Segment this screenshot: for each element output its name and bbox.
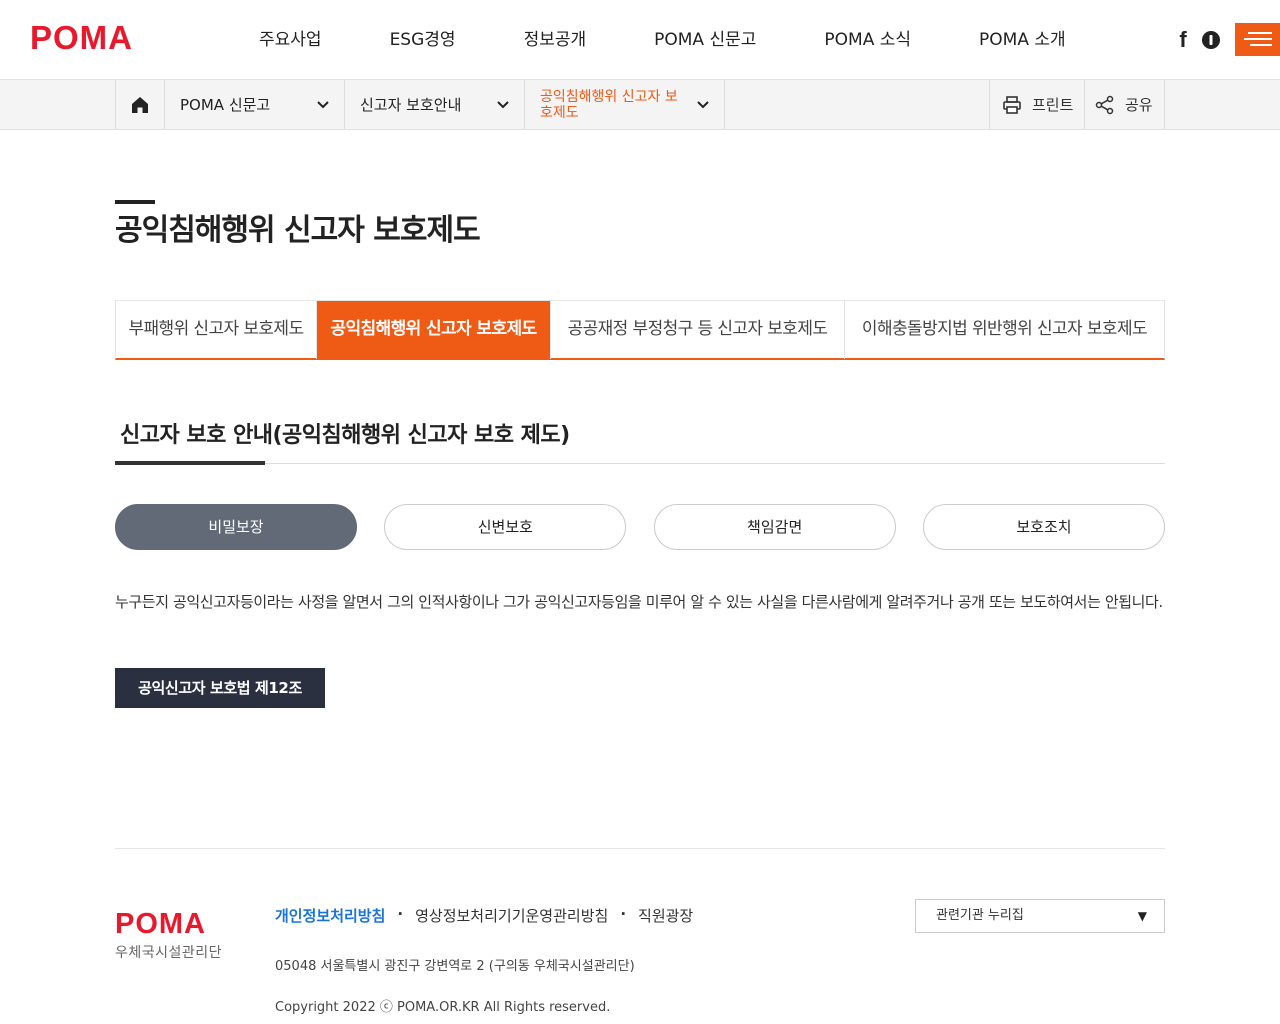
site-header: POMA 주요사업 ESG경영 정보공개 POMA 신문고 POMA 소식 PO… [0,0,1280,80]
tab-conflict-of-interest-reporter[interactable]: 이해충돌방지법 위반행위 신고자 보호제도 [845,301,1164,359]
location-bar: POMA 신문고 신고자 보호안내 공익침해행위 신고자 보호제도 프린트 공유 [0,80,1280,130]
share-icon [1095,95,1114,114]
print-button[interactable]: 프린트 [989,80,1084,129]
footer-link-separator: · [397,905,404,923]
main-nav: 주요사업 ESG경영 정보공개 POMA 신문고 POMA 소식 POMA 소개 [225,22,1100,58]
footer-link-separator: · [620,905,627,923]
facebook-icon[interactable]: f [1171,27,1195,52]
blog-icon[interactable] [1199,28,1223,52]
footer-logo: POMA 우체국시설관리단 [115,907,240,967]
nav-item-petition[interactable]: POMA 신문고 [620,22,790,58]
breadcrumb-depth2-label: 신고자 보호안내 [360,96,462,114]
tab-public-interest-reporter[interactable]: 공익침해행위 신고자 보호제도 [317,301,551,359]
chevron-down-icon [697,101,709,109]
nav-item-business[interactable]: 주요사업 [225,22,356,58]
tab-corruption-reporter[interactable]: 부패행위 신고자 보호제도 [116,301,317,359]
footer-links: 개인정보처리방침 · 영상정보처리기기운영관리방침 · 직원광장 [275,905,693,926]
nav-item-disclosure[interactable]: 정보공개 [490,22,621,58]
footer-link-staff[interactable]: 직원광장 [638,905,693,926]
pill-personal-protection[interactable]: 신변보호 [384,504,627,550]
pill-confidentiality[interactable]: 비밀보장 [115,504,357,550]
breadcrumb-depth1-label: POMA 신문고 [180,96,271,114]
footer-link-cctv[interactable]: 영상정보처리기기운영관리방침 [415,905,608,926]
footer-logo-subtitle: 우체국시설관리단 [115,945,223,961]
footer-address: 05048 서울특별시 광진구 강변역로 2 (구의동 우체국시설관리단) [275,959,635,974]
breadcrumb-depth1-select[interactable]: POMA 신문고 [165,80,345,129]
section-title: 신고자 보호 안내(공익침해행위 신고자 보호 제도) [120,423,570,448]
breadcrumb-depth3-select[interactable]: 공익침해행위 신고자 보호제도 [525,80,725,129]
all-menu-button[interactable] [1235,23,1280,56]
protection-type-pills: 비밀보장 신변보호 책임감면 보호조치 [115,504,1165,550]
breadcrumb-depth2-select[interactable]: 신고자 보호안내 [345,80,525,129]
nav-item-esg[interactable]: ESG경영 [356,22,490,58]
family-site-label: 관련기관 누리집 [936,908,1024,923]
protection-description: 누구든지 공익신고자등이라는 사정을 알면서 그의 인적사항이나 그가 공익신고… [115,593,1163,611]
footer-link-privacy[interactable]: 개인정보처리방침 [275,905,385,926]
section-divider-accent [115,461,265,465]
share-button[interactable]: 공유 [1084,80,1165,129]
nav-item-about[interactable]: POMA 소개 [945,22,1100,58]
breadcrumb-depth3-label: 공익침해행위 신고자 보호제도 [540,88,678,121]
footer-copyright: Copyright 2022 ⓒ POMA.OR.KR All Rights r… [275,1000,611,1015]
print-icon [1003,95,1021,114]
share-label: 공유 [1125,96,1153,114]
family-site-select[interactable]: 관련기관 누리집 ▼ [915,899,1165,933]
logo-text: POMA [30,19,133,56]
law-article-button[interactable]: 공익신고자 보호법 제12조 [115,668,325,708]
chevron-down-icon [497,101,509,109]
triangle-down-icon: ▼ [1137,909,1147,923]
pill-liability-reduction[interactable]: 책임감면 [653,504,896,550]
home-icon [132,96,148,113]
pill-protective-measures[interactable]: 보호조치 [922,504,1165,550]
title-accent-bar [115,200,155,204]
protection-tabs: 부패행위 신고자 보호제도 공익침해행위 신고자 보호제도 공공재정 부정청구 … [115,300,1165,360]
page-title: 공익침해행위 신고자 보호제도 [115,213,481,248]
section-divider [115,463,1165,464]
print-label: 프린트 [1032,96,1074,114]
home-button[interactable] [115,80,165,129]
nav-item-news[interactable]: POMA 소식 [790,22,945,58]
chevron-down-icon [317,101,329,109]
poma-logo[interactable]: POMA [30,19,152,57]
footer-logo-text: POMA [115,908,206,940]
footer-divider [115,848,1165,849]
tab-public-finance-reporter[interactable]: 공공재정 부정청구 등 신고자 보호제도 [551,301,845,359]
